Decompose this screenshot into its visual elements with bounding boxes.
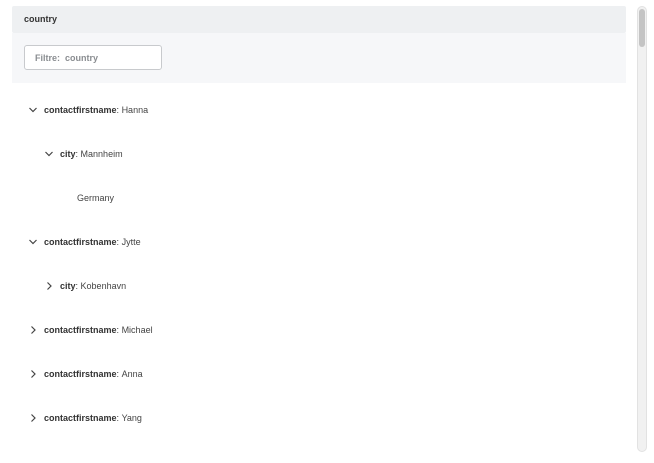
panel-title: country xyxy=(24,14,58,24)
tree-row-value: Michael xyxy=(121,325,153,335)
tree-row-separator: : xyxy=(116,413,120,423)
tree-row-key: contactfirstname xyxy=(44,369,117,379)
filter-bar xyxy=(12,33,626,83)
scrollbar-thumb[interactable] xyxy=(639,9,645,47)
tree-row-contactfirstname-hanna[interactable]: contactfirstname: Hanna xyxy=(28,100,148,120)
tree-row-value: Kobenhavn xyxy=(80,281,127,291)
chevron-down-icon[interactable] xyxy=(44,149,54,159)
chevron-right-icon[interactable] xyxy=(44,281,54,291)
tree-row-key: contactfirstname xyxy=(44,237,117,247)
tree-row-city-kobenhavn[interactable]: city: Kobenhavn xyxy=(44,276,126,296)
tree-row-separator: : xyxy=(116,105,120,115)
tree-row-key: city xyxy=(60,149,76,159)
chevron-down-icon[interactable] xyxy=(28,105,38,115)
tree-row-city-mannheim[interactable]: city: Mannheim xyxy=(44,144,123,164)
results-panel: country contactfirstname: Hanna city: Ma… xyxy=(12,6,626,458)
tree-row-key: contactfirstname xyxy=(44,325,117,335)
tree-row-contactfirstname-jytte[interactable]: contactfirstname: Jytte xyxy=(28,232,141,252)
tree-row-value: Yang xyxy=(121,413,142,423)
tree-row-contactfirstname-michael[interactable]: contactfirstname: Michael xyxy=(28,320,153,340)
panel-header: country xyxy=(12,6,626,33)
tree-row-separator: : xyxy=(116,237,120,247)
tree-row-value: Jytte xyxy=(121,237,141,247)
tree-leaf-germany[interactable]: Germany xyxy=(77,188,114,208)
tree-row-value: Hanna xyxy=(121,105,149,115)
tree-row-key: contactfirstname xyxy=(44,105,117,115)
tree-leaf-label: Germany xyxy=(77,193,115,203)
tree-row-separator: : xyxy=(75,149,79,159)
chevron-right-icon[interactable] xyxy=(28,325,38,335)
chevron-right-icon[interactable] xyxy=(28,369,38,379)
tree-row-contactfirstname-yang[interactable]: contactfirstname: Yang xyxy=(28,408,142,428)
chevron-right-icon[interactable] xyxy=(28,413,38,423)
tree-view: contactfirstname: Hanna city: Mannheim G… xyxy=(12,83,626,458)
tree-row-key: contactfirstname xyxy=(44,413,117,423)
tree-row-value: Mannheim xyxy=(80,149,123,159)
tree-row-value: Anna xyxy=(121,369,143,379)
tree-row-contactfirstname-anna[interactable]: contactfirstname: Anna xyxy=(28,364,143,384)
vertical-scrollbar[interactable] xyxy=(637,6,647,452)
tree-row-separator: : xyxy=(75,281,79,291)
tree-row-separator: : xyxy=(116,369,120,379)
filter-input[interactable] xyxy=(24,45,162,70)
tree-row-separator: : xyxy=(116,325,120,335)
tree-row-key: city xyxy=(60,281,76,291)
chevron-down-icon[interactable] xyxy=(28,237,38,247)
